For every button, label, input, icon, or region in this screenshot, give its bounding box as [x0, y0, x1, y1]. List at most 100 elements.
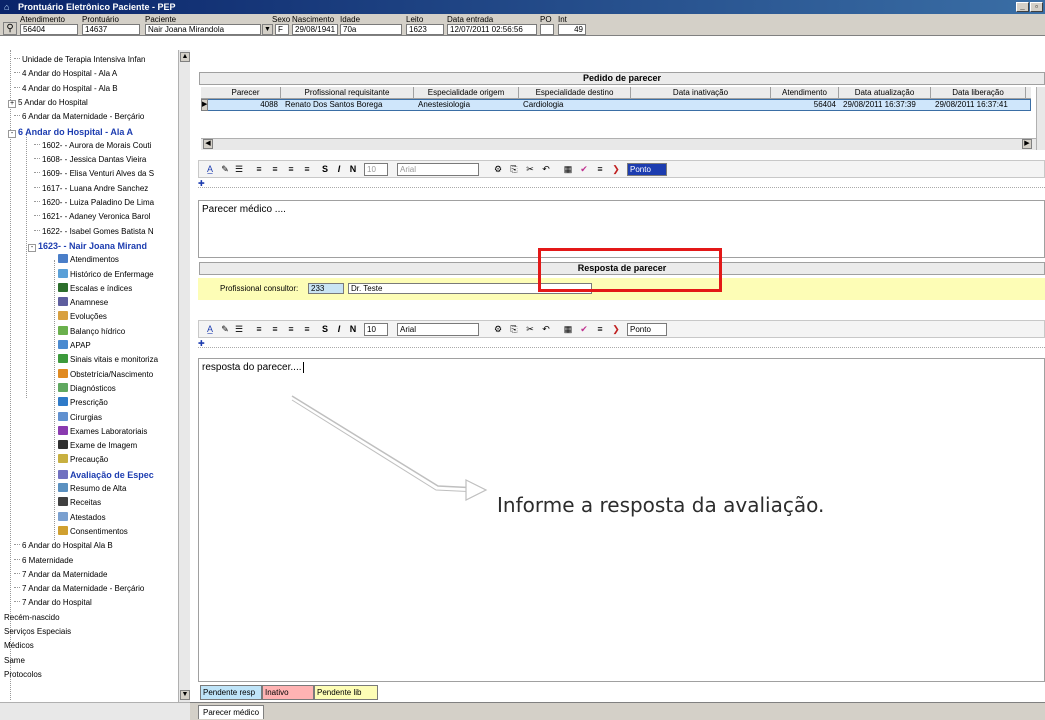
- scroll-up-icon[interactable]: ▲: [180, 52, 190, 62]
- undo-icon[interactable]: ↶: [539, 163, 553, 176]
- sidebar-item[interactable]: Receitas: [58, 497, 176, 509]
- bold-button[interactable]: N: [347, 323, 359, 336]
- sidebar-item[interactable]: 4 Andar do Hospital - Ala A: [14, 68, 176, 80]
- atendimento-field[interactable]: 56404: [20, 24, 78, 35]
- sidebar-item[interactable]: Exame de Imagem: [58, 440, 176, 452]
- sidebar-item[interactable]: Unidade de Terapia Intensiva Infan: [14, 54, 176, 66]
- column-header[interactable]: Data inativação: [631, 87, 771, 99]
- table-icon[interactable]: ▦: [561, 163, 575, 176]
- sidebar-item[interactable]: 1617- - Luana Andre Sanchez: [34, 183, 176, 195]
- pen-icon[interactable]: ✎: [219, 323, 231, 336]
- sidebar-vscroll[interactable]: ▲ ▼: [178, 50, 190, 702]
- sidebar-item[interactable]: 4 Andar do Hospital - Ala B: [14, 83, 176, 95]
- sidebar-item[interactable]: +5 Andar do Hospital: [8, 97, 170, 109]
- check-icon[interactable]: ✔: [577, 323, 591, 336]
- paragraph-icon[interactable]: ≡: [593, 323, 607, 336]
- sidebar-item[interactable]: 7 Andar da Maternidade - Berçário: [14, 583, 176, 595]
- italic-button[interactable]: I: [333, 163, 345, 176]
- sidebar-item[interactable]: 6 Maternidade: [14, 555, 176, 567]
- sidebar-item[interactable]: Histórico de Enfermage: [58, 268, 176, 281]
- align-center-icon[interactable]: ≡: [269, 163, 281, 176]
- signature-icon[interactable]: ❯: [609, 323, 623, 336]
- table-icon[interactable]: ▦: [561, 323, 575, 336]
- sidebar-item[interactable]: Médicos: [4, 640, 176, 652]
- prontuario-field[interactable]: 14637: [82, 24, 140, 35]
- sidebar-item[interactable]: 1609- - Elisa Venturi Alves da S: [34, 168, 176, 180]
- sidebar-item[interactable]: Balanço hídrico: [58, 325, 176, 338]
- copy-icon[interactable]: ⎘: [507, 323, 521, 336]
- style-select[interactable]: Ponto: [627, 323, 667, 336]
- column-header[interactable]: Especialidade origem: [414, 87, 519, 99]
- sidebar-item[interactable]: Serviços Especiais: [4, 626, 176, 638]
- sidebar-item[interactable]: Protocolos: [4, 669, 176, 681]
- request-hscroll[interactable]: ◀ ▶: [201, 138, 1036, 150]
- expand-toggle-icon[interactable]: -: [8, 129, 16, 138]
- underline-button[interactable]: S: [319, 163, 331, 176]
- font-size-select[interactable]: 10: [364, 323, 388, 336]
- sidebar-item[interactable]: Same: [4, 655, 176, 667]
- sidebar-item[interactable]: Sinais vitais e monitoriza: [58, 354, 176, 366]
- request-vscroll[interactable]: [1036, 87, 1045, 150]
- sidebar-item[interactable]: Escalas e índices: [58, 282, 176, 295]
- align-left-icon[interactable]: ≡: [253, 323, 265, 336]
- undo-icon[interactable]: ↶: [539, 323, 553, 336]
- sidebar-item[interactable]: Consentimentos: [58, 525, 176, 538]
- list-icon[interactable]: ☰: [233, 163, 245, 176]
- consultant-code-field[interactable]: 233: [308, 283, 344, 294]
- scroll-left-icon[interactable]: ◀: [203, 139, 213, 149]
- font-style-icon[interactable]: A̲: [203, 163, 217, 176]
- table-row[interactable]: 4088 Renato Dos Santos Borega Anestesiolog…: [201, 99, 1031, 111]
- sidebar-item[interactable]: 6 Andar do Hospital Ala B: [14, 540, 176, 552]
- justify-icon[interactable]: ≡: [301, 163, 313, 176]
- copy-icon[interactable]: ⎘: [507, 163, 521, 176]
- justify-icon[interactable]: ≡: [301, 323, 313, 336]
- bold-button[interactable]: N: [347, 163, 359, 176]
- expand-toggle-icon[interactable]: +: [8, 99, 16, 108]
- sidebar-item[interactable]: 1622- - Isabel Gomes Batista N: [34, 226, 176, 238]
- list-icon[interactable]: ☰: [233, 323, 245, 336]
- sidebar-item[interactable]: Resumo de Alta: [58, 483, 176, 495]
- sidebar-item[interactable]: Prescrição: [58, 397, 176, 409]
- italic-button[interactable]: I: [333, 323, 345, 336]
- sidebar-item[interactable]: Cirurgias: [58, 411, 176, 424]
- sidebar-hscroll[interactable]: [0, 702, 190, 720]
- sidebar-item[interactable]: Evoluções: [58, 311, 176, 323]
- sidebar-item[interactable]: 1620- - Luiza Paladino De Lima: [34, 197, 176, 209]
- paciente-dropdown-icon[interactable]: ▼: [262, 24, 273, 35]
- sidebar-item[interactable]: 1608- - Jessica Dantas Vieira: [34, 154, 176, 166]
- paciente-field[interactable]: Nair Joana Mirandola: [145, 24, 261, 35]
- scroll-right-icon[interactable]: ▶: [1022, 139, 1032, 149]
- align-center-icon[interactable]: ≡: [269, 323, 281, 336]
- sidebar-item[interactable]: 1602- - Aurora de Morais Couti: [34, 140, 176, 152]
- paragraph-icon[interactable]: ≡: [593, 163, 607, 176]
- sidebar-item[interactable]: 7 Andar do Hospital: [14, 597, 176, 609]
- style-select[interactable]: Ponto: [627, 163, 667, 176]
- search-icon[interactable]: ⚲: [3, 22, 17, 35]
- sidebar-item[interactable]: APAP: [58, 340, 176, 352]
- underline-button[interactable]: S: [319, 323, 331, 336]
- column-header[interactable]: Profissional requisitante: [281, 87, 414, 99]
- font-size-select[interactable]: 10: [364, 163, 388, 176]
- check-icon[interactable]: ✔: [577, 163, 591, 176]
- sidebar-item[interactable]: Atestados: [58, 511, 176, 524]
- column-header[interactable]: Data liberação: [931, 87, 1026, 99]
- sidebar-item[interactable]: Avaliação de Espec: [58, 469, 176, 481]
- tab-parecer-medico[interactable]: Parecer médico: [198, 705, 265, 719]
- cut-icon[interactable]: ✂: [523, 323, 537, 336]
- font-style-icon[interactable]: A̲: [203, 323, 217, 336]
- align-right-icon[interactable]: ≡: [285, 163, 297, 176]
- sidebar-item[interactable]: Exames Laboratoriais: [58, 425, 176, 438]
- spellcheck-icon[interactable]: ⚙: [491, 323, 505, 336]
- scroll-down-icon[interactable]: ▼: [180, 690, 190, 700]
- column-header[interactable]: Atendimento: [771, 87, 839, 99]
- expand-toggle-icon[interactable]: -: [28, 243, 36, 252]
- sidebar-item[interactable]: Obstetrícia/Nascimento: [58, 368, 176, 381]
- font-name-select[interactable]: Arial: [397, 323, 479, 336]
- cut-icon[interactable]: ✂: [523, 163, 537, 176]
- font-name-select[interactable]: Arial: [397, 163, 479, 176]
- align-left-icon[interactable]: ≡: [253, 163, 265, 176]
- sidebar-item[interactable]: Anamnese: [58, 297, 176, 309]
- sidebar-item[interactable]: Atendimentos: [58, 254, 176, 266]
- align-right-icon[interactable]: ≡: [285, 323, 297, 336]
- sidebar-item[interactable]: 7 Andar da Maternidade: [14, 569, 176, 581]
